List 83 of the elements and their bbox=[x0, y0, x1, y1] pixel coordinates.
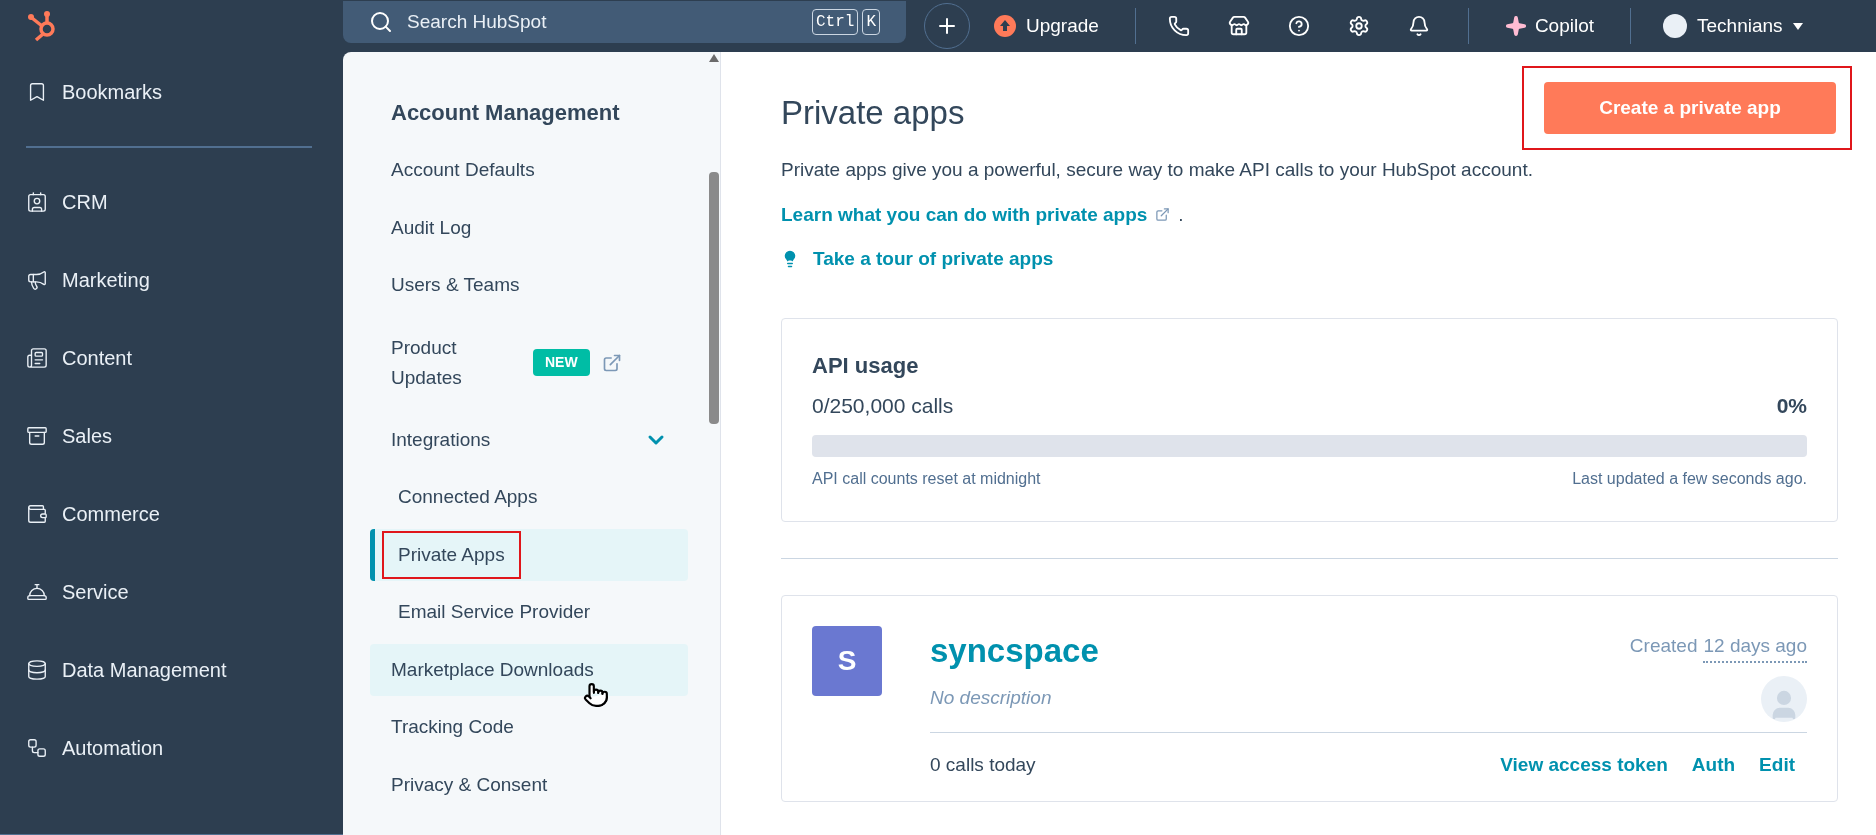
usage-percent: 0% bbox=[1776, 392, 1807, 419]
external-link-icon bbox=[1155, 207, 1171, 223]
sidebar-item[interactable]: Sales bbox=[26, 410, 343, 462]
nav-item[interactable]: Integrations bbox=[370, 413, 688, 466]
sidebar-item[interactable]: Service bbox=[26, 566, 343, 618]
action-link[interactable]: Edit bbox=[1759, 750, 1795, 779]
nav-heading: Account Management bbox=[390, 99, 621, 127]
sidebar-item[interactable]: Marketing bbox=[26, 254, 343, 306]
sales-icon bbox=[26, 425, 48, 447]
service-icon bbox=[26, 581, 48, 603]
search-field[interactable]: Search HubSpot Ctrl K bbox=[343, 1, 906, 43]
nav-item[interactable]: Account Defaults bbox=[370, 144, 688, 197]
nav-label: Tracking Code bbox=[391, 715, 514, 739]
copilot-button[interactable]: Copilot bbox=[1504, 11, 1595, 41]
nav-item[interactable]: Marketplace Downloads bbox=[370, 643, 688, 696]
nav-label: Marketplace Downloads bbox=[391, 657, 594, 682]
nav-item[interactable]: Connected Apps bbox=[370, 471, 688, 524]
pointer-cursor-icon bbox=[583, 682, 609, 708]
nav-item[interactable]: Private Apps bbox=[370, 528, 688, 581]
sparkle-icon bbox=[1504, 15, 1527, 37]
nav-label: Account Defaults bbox=[391, 158, 535, 182]
action-link[interactable]: View access token bbox=[1500, 750, 1668, 779]
caret-icon bbox=[1792, 22, 1803, 30]
description-text: Private apps give you a powerful, secure way to make API calls to your HubSpot account. bbox=[781, 158, 1534, 182]
commerce-icon bbox=[26, 503, 48, 525]
nav-label: Product Updates bbox=[391, 335, 463, 390]
created-date: 12 days ago bbox=[1703, 632, 1807, 663]
created-label: Created bbox=[1629, 634, 1698, 658]
crm-icon bbox=[26, 191, 48, 213]
sentence-period: . bbox=[1178, 202, 1184, 227]
shortcut-key: Ctrl bbox=[812, 9, 859, 35]
action-link[interactable]: Auth bbox=[1691, 750, 1736, 779]
content-icon bbox=[26, 347, 48, 369]
card-title: API usage bbox=[812, 351, 920, 380]
calls-today: 0 calls today bbox=[930, 752, 1036, 777]
app-name-link[interactable]: syncspace bbox=[930, 626, 1099, 676]
nav-item[interactable]: Privacy & Consent bbox=[370, 758, 688, 811]
account-menu[interactable]: Technians bbox=[1697, 11, 1803, 41]
nav-label: Connected Apps bbox=[398, 485, 538, 509]
help-icon[interactable] bbox=[1287, 15, 1310, 37]
sidebar-item[interactable]: CRM bbox=[26, 176, 343, 228]
sidebar-item[interactable]: Commerce bbox=[26, 488, 343, 540]
tour-link[interactable]: Take a tour of private apps bbox=[781, 245, 1054, 274]
nav-item[interactable]: Email Service Provider bbox=[370, 586, 688, 639]
phone-icon[interactable] bbox=[1167, 15, 1190, 37]
scroll-up-icon[interactable] bbox=[709, 54, 719, 62]
nav-label: Audit Log bbox=[391, 215, 472, 240]
sidebar-item[interactable]: Content bbox=[26, 332, 343, 384]
app-description: No description bbox=[930, 686, 1052, 711]
bell-icon[interactable] bbox=[1407, 15, 1430, 37]
search-icon bbox=[369, 10, 393, 34]
shortcut-key: K bbox=[862, 9, 880, 35]
nav-item[interactable]: Audit Log bbox=[370, 201, 688, 254]
settings-icon[interactable] bbox=[1347, 15, 1370, 37]
nav-item[interactable]: Product Updates NEW bbox=[370, 316, 688, 409]
nav-label: Integrations bbox=[391, 427, 491, 452]
calls-count: 0/250,000 calls bbox=[812, 392, 954, 419]
avatar-icon bbox=[1663, 14, 1688, 38]
store-icon[interactable] bbox=[1227, 15, 1250, 37]
owner-avatar bbox=[1761, 675, 1807, 722]
new-badge: NEW bbox=[533, 349, 590, 376]
automation-icon bbox=[26, 737, 48, 759]
external-link-icon[interactable] bbox=[601, 352, 622, 373]
page-title: Private apps bbox=[781, 93, 965, 133]
data-icon bbox=[26, 659, 48, 681]
nav-label: Users & Teams bbox=[391, 273, 520, 297]
nav-label: Private Apps bbox=[398, 542, 505, 567]
reset-note: API call counts reset at midnight bbox=[812, 469, 1041, 489]
app-avatar: S bbox=[812, 626, 882, 696]
upgrade-icon bbox=[994, 15, 1016, 37]
nav-item[interactable]: Tracking Code bbox=[370, 701, 688, 754]
nav-label: Email Service Provider bbox=[398, 600, 591, 624]
nav-label: Privacy & Consent bbox=[391, 772, 548, 797]
upgrade-button[interactable]: Upgrade bbox=[994, 11, 1099, 41]
updated-note: Last updated a few seconds ago. bbox=[1572, 469, 1807, 489]
sidebar-item[interactable]: Automation bbox=[26, 722, 343, 774]
nav-item[interactable]: Users & Teams bbox=[370, 259, 688, 312]
learn-link[interactable]: Learn what you can do with private apps bbox=[781, 200, 1171, 229]
search-placeholder: Search HubSpot bbox=[407, 9, 548, 34]
marketing-icon bbox=[26, 269, 48, 291]
sidebar-item[interactable]: Bookmarks bbox=[26, 66, 343, 118]
sidebar-item[interactable]: Data Management bbox=[26, 644, 343, 696]
scrollbar-thumb[interactable] bbox=[709, 172, 719, 424]
